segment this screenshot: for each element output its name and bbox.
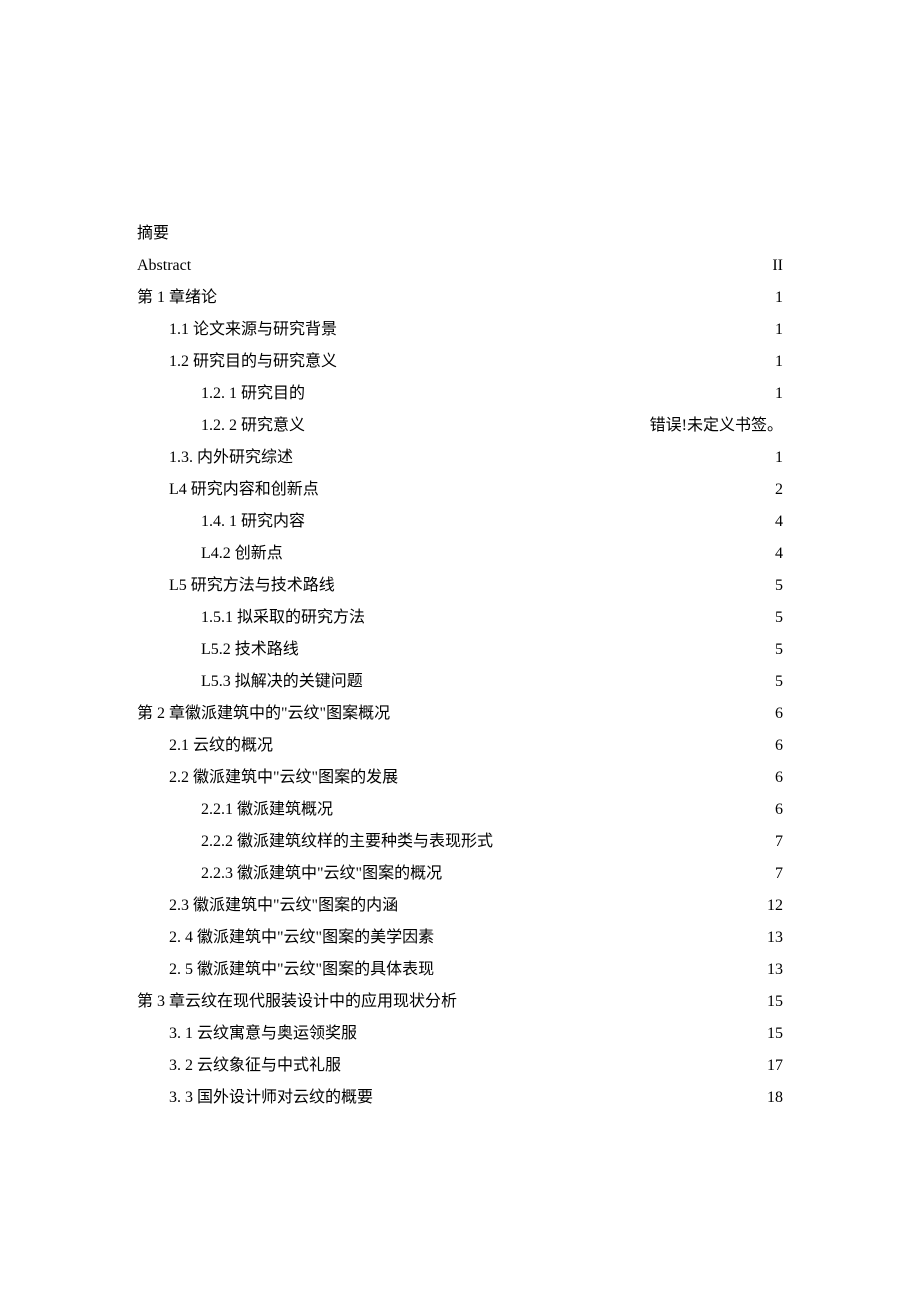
toc-label: 2. 4 徽派建筑中"云纹"图案的美学因素 <box>169 922 434 954</box>
toc-page-number: 7 <box>775 826 783 858</box>
toc-entry: 第 1 章绪论 1 <box>137 282 783 314</box>
toc-entry: 1.3. 内外研究综述 1 <box>137 442 783 474</box>
toc-label: 3. 3 国外设计师对云纹的概要 <box>169 1082 373 1114</box>
toc-page-number: 1 <box>775 282 783 314</box>
toc-label: 2.3 徽派建筑中"云纹"图案的内涵 <box>169 890 398 922</box>
toc-label: L5.3 拟解决的关键问题 <box>201 666 363 698</box>
toc-entry: L4.2 创新点 4 <box>137 538 783 570</box>
toc-page-number: 18 <box>767 1082 783 1114</box>
toc-label: 2.2.1 徽派建筑概况 <box>201 794 333 826</box>
toc-label: L4 研究内容和创新点 <box>169 474 319 506</box>
toc-label: 1.5.1 拟采取的研究方法 <box>201 602 365 634</box>
toc-label: 1.2. 2 研究意义 <box>201 410 305 442</box>
toc-page-number: 5 <box>775 666 783 698</box>
toc-page-number: 15 <box>767 986 783 1018</box>
toc-page-number: 6 <box>775 762 783 794</box>
toc-entry: 3. 2 云纹象征与中式礼服 17 <box>137 1050 783 1082</box>
toc-entry: 第 2 章徽派建筑中的"云纹"图案概况 6 <box>137 698 783 730</box>
toc-entry: 2.2.2 徽派建筑纹样的主要种类与表现形式 7 <box>137 826 783 858</box>
toc-entry: 1.5.1 拟采取的研究方法 5 <box>137 602 783 634</box>
toc-entry: 1.2 研究目的与研究意义 1 <box>137 346 783 378</box>
toc-label: 3. 1 云纹寓意与奥运领奖服 <box>169 1018 357 1050</box>
toc-entry: 摘要 <box>137 218 783 250</box>
toc-label: 第 1 章绪论 <box>137 282 217 314</box>
toc-entry: Abstract II <box>137 250 783 282</box>
toc-label: 1.3. 内外研究综述 <box>169 442 293 474</box>
toc-page-number: 6 <box>775 698 783 730</box>
toc-page-number: 17 <box>767 1050 783 1082</box>
toc-entry: 1.1 论文来源与研究背景 1 <box>137 314 783 346</box>
toc-entry: 1.4. 1 研究内容 4 <box>137 506 783 538</box>
toc-entry: 第 3 章云纹在现代服装设计中的应用现状分析 15 <box>137 986 783 1018</box>
toc-page-number: 12 <box>767 890 783 922</box>
toc-entry: 2.2.1 徽派建筑概况 6 <box>137 794 783 826</box>
toc-page-number: 4 <box>775 538 783 570</box>
toc-label: 2.2 徽派建筑中"云纹"图案的发展 <box>169 762 398 794</box>
toc-page-number: 错误!未定义书签。 <box>650 410 783 442</box>
toc-entry: 2.1 云纹的概况 6 <box>137 730 783 762</box>
toc-entry: 1.2. 2 研究意义 错误!未定义书签。 <box>137 410 783 442</box>
toc-label: 1.2 研究目的与研究意义 <box>169 346 337 378</box>
toc-entry: 1.2. 1 研究目的 1 <box>137 378 783 410</box>
toc-page-number: 6 <box>775 730 783 762</box>
toc-page-number: 6 <box>775 794 783 826</box>
toc-label: 3. 2 云纹象征与中式礼服 <box>169 1050 341 1082</box>
toc-label: 2. 5 徽派建筑中"云纹"图案的具体表现 <box>169 954 434 986</box>
toc-entry: L5.3 拟解决的关键问题 5 <box>137 666 783 698</box>
toc-page-number: 15 <box>767 1018 783 1050</box>
toc-entry: L5 研究方法与技术路线 5 <box>137 570 783 602</box>
table-of-contents: 摘要Abstract II第 1 章绪论 11.1 论文来源与研究背景 11.2… <box>137 218 783 1114</box>
toc-entry: L4 研究内容和创新点 2 <box>137 474 783 506</box>
toc-page-number: 1 <box>775 442 783 474</box>
toc-entry: 3. 3 国外设计师对云纹的概要 18 <box>137 1082 783 1114</box>
toc-label: 摘要 <box>137 218 169 250</box>
toc-entry: 2. 5 徽派建筑中"云纹"图案的具体表现 13 <box>137 954 783 986</box>
toc-entry: 3. 1 云纹寓意与奥运领奖服 15 <box>137 1018 783 1050</box>
toc-page-number: 5 <box>775 634 783 666</box>
toc-label: L5.2 技术路线 <box>201 634 299 666</box>
toc-entry: 2.2 徽派建筑中"云纹"图案的发展 6 <box>137 762 783 794</box>
toc-entry: 2.2.3 徽派建筑中"云纹"图案的概况 7 <box>137 858 783 890</box>
toc-page-number: II <box>772 250 783 282</box>
toc-label: 1.1 论文来源与研究背景 <box>169 314 337 346</box>
toc-page-number: 2 <box>775 474 783 506</box>
toc-page-number: 1 <box>775 346 783 378</box>
toc-label: 2.1 云纹的概况 <box>169 730 273 762</box>
toc-label: Abstract <box>137 250 191 282</box>
toc-label: 2.2.3 徽派建筑中"云纹"图案的概况 <box>201 858 442 890</box>
toc-page-number: 13 <box>767 954 783 986</box>
toc-page-number: 13 <box>767 922 783 954</box>
toc-page-number: 7 <box>775 858 783 890</box>
toc-label: 1.4. 1 研究内容 <box>201 506 305 538</box>
toc-label: L5 研究方法与技术路线 <box>169 570 335 602</box>
toc-page-number: 5 <box>775 602 783 634</box>
toc-label: 第 2 章徽派建筑中的"云纹"图案概况 <box>137 698 390 730</box>
toc-label: 1.2. 1 研究目的 <box>201 378 305 410</box>
toc-label: L4.2 创新点 <box>201 538 283 570</box>
toc-page-number: 4 <box>775 506 783 538</box>
toc-page-number: 1 <box>775 314 783 346</box>
toc-label: 2.2.2 徽派建筑纹样的主要种类与表现形式 <box>201 826 493 858</box>
toc-entry: 2.3 徽派建筑中"云纹"图案的内涵 12 <box>137 890 783 922</box>
toc-page-number: 1 <box>775 378 783 410</box>
toc-entry: L5.2 技术路线 5 <box>137 634 783 666</box>
toc-entry: 2. 4 徽派建筑中"云纹"图案的美学因素 13 <box>137 922 783 954</box>
toc-label: 第 3 章云纹在现代服装设计中的应用现状分析 <box>137 986 457 1018</box>
toc-page-number: 5 <box>775 570 783 602</box>
